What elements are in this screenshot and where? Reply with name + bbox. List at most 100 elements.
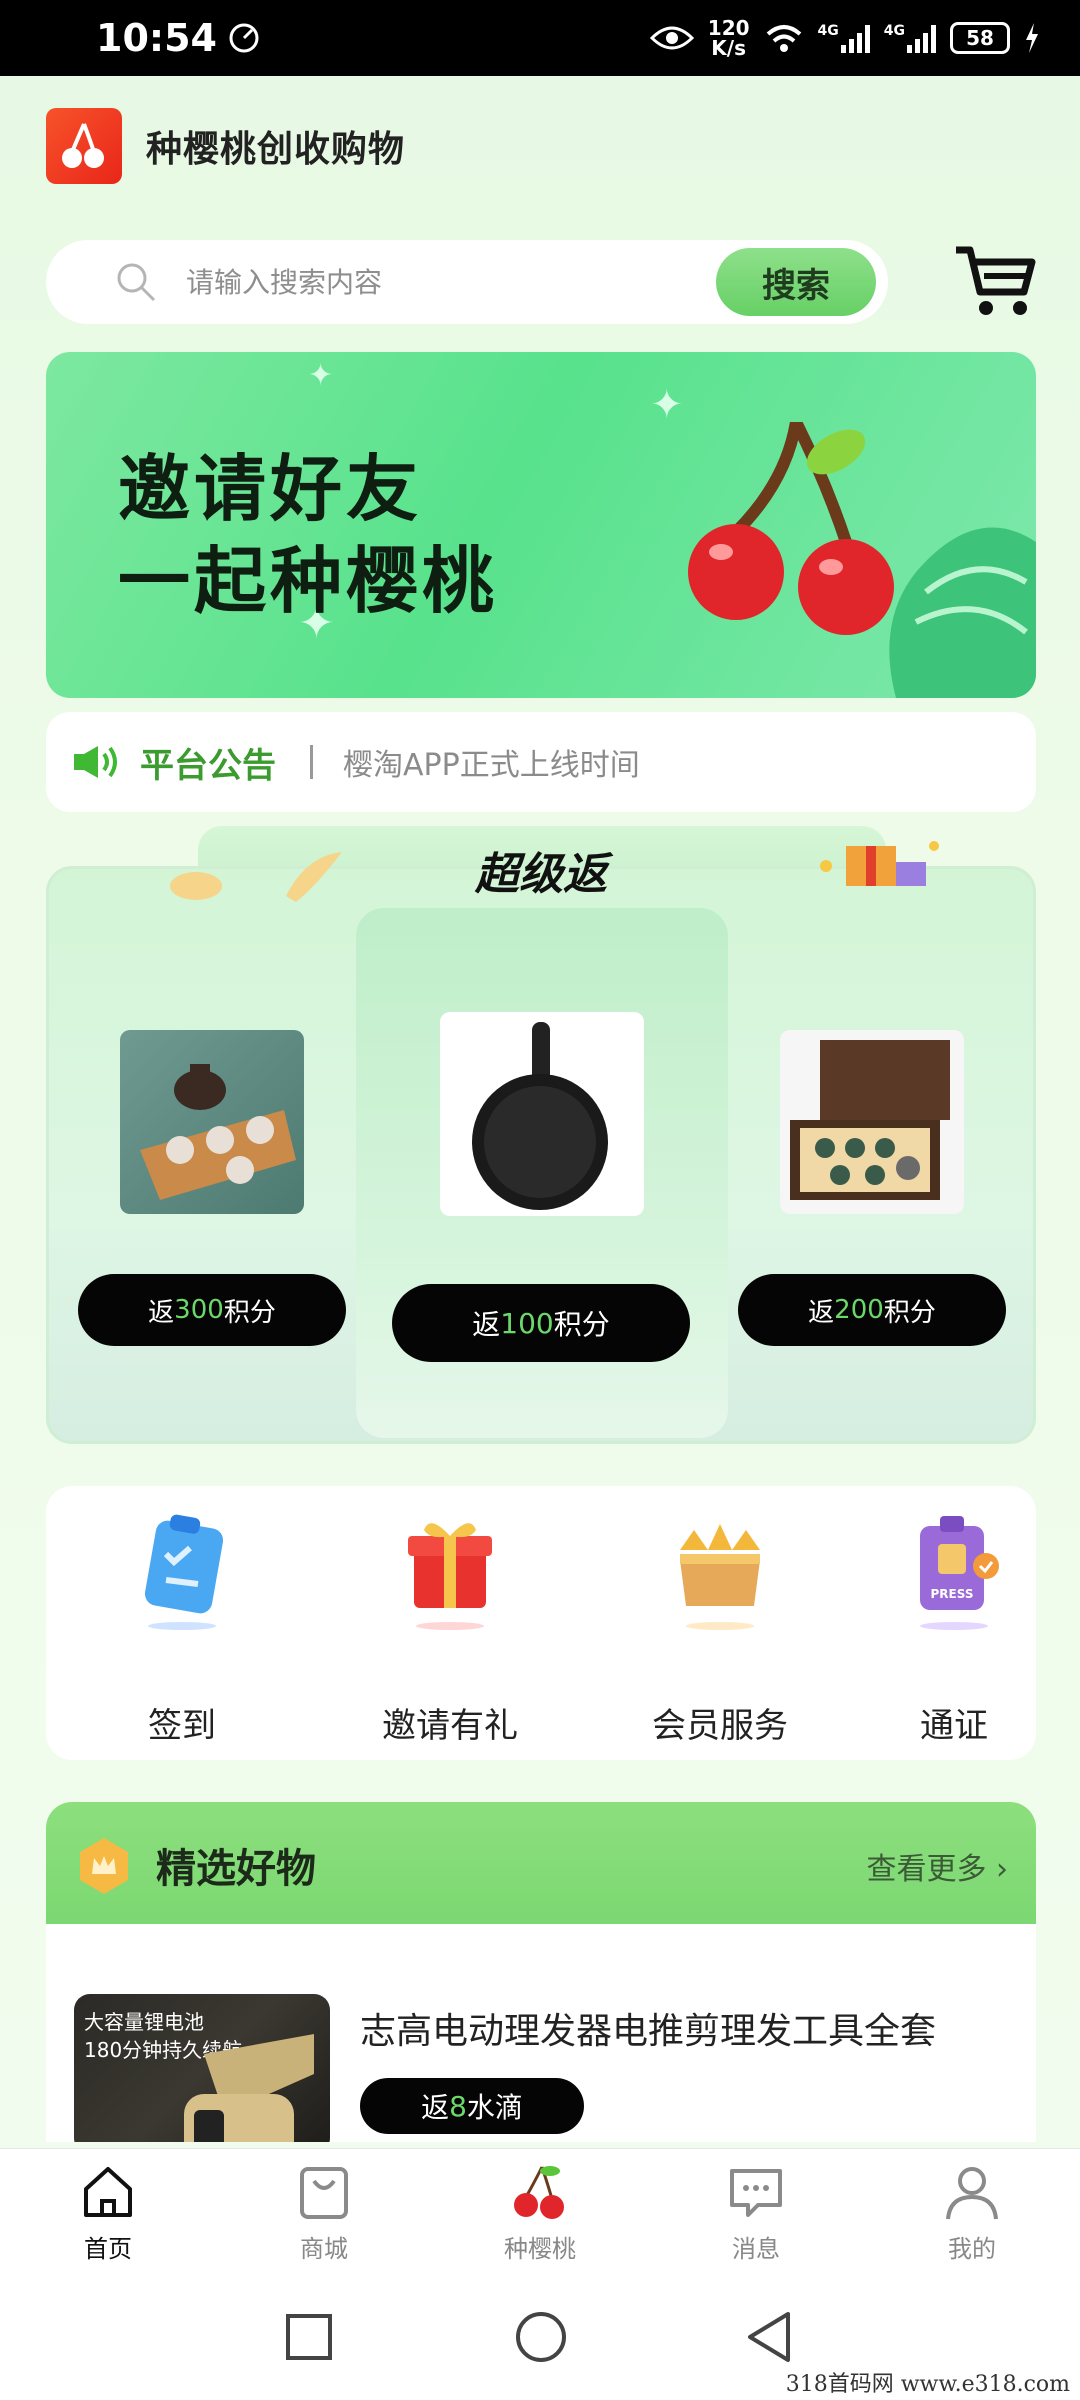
quick-action-checkin[interactable]: 签到 [82,1510,282,1746]
sim1-label: 4G [817,23,839,39]
return-points-button[interactable]: 返 100 积分 [392,1284,690,1362]
return-prefix: 返 [472,1308,501,1341]
nav-messages[interactable]: 消息 [648,2149,864,2267]
shopping-bag-icon [300,2167,348,2219]
profile-icon [946,2167,998,2220]
net-speed-value: 120 [707,16,750,40]
eye-icon [649,26,694,50]
banner-line-2: 一起种樱桃 [118,539,499,623]
banner-line-1: 邀请好友 [118,447,423,531]
search-icon [117,263,156,302]
selected-goods-title: 精选好物 [156,1846,316,1892]
quick-action-label: 邀请有礼 [382,1706,518,1746]
return-points: 100 [500,1306,554,1340]
return-points: 300 [174,1295,224,1325]
see-more-link[interactable]: 查看更多 › [866,1844,1008,1888]
notice-divider [310,745,313,779]
crown-badge-icon [80,1838,128,1894]
status-time-text: 10:54 [96,16,217,60]
app-header: 种樱桃创收购物 [46,108,405,184]
home-icon [84,2167,132,2217]
signal-icon-1 [840,23,870,53]
search-bar: 搜索 [46,240,888,324]
nav-label: 首页 [84,2235,132,2263]
return-points: 200 [834,1295,884,1325]
svg-text:PRESS: PRESS [931,1587,974,1601]
super-return-section: 超级返 返 300 积分 返 100 积分 返 200 积分 [46,826,1036,1444]
see-more-label: 查看更多 [866,1852,987,1887]
checkin-clipboard-icon [144,1514,224,1630]
quick-action-label: 通证 [920,1706,988,1746]
status-bar: 10:54 120 K/s 4G 4G 58 [0,0,1080,76]
net-speed: 120 K/s [708,18,750,58]
hair-clipper-illustration [184,2034,314,2142]
watermark: 318首码网 www.e318.com [785,2372,1070,2397]
back-triangle-icon[interactable] [744,2310,794,2364]
search-input[interactable] [186,265,686,299]
search-button[interactable]: 搜索 [716,248,876,316]
invite-banner[interactable]: ✦ ✦ ✦ 邀请好友 一起种樱桃 [46,352,1036,698]
nav-home[interactable]: 首页 [0,2149,216,2267]
goods-return-button[interactable]: 返 8 水滴 [360,2078,584,2134]
cherry-logo-icon [62,123,104,168]
speedometer-icon [229,23,259,53]
net-speed-unit: K/s [711,36,747,60]
quick-action-token[interactable]: PRESS 通证 [854,1510,1054,1746]
return-points-button[interactable]: 返 200 积分 [738,1274,1006,1346]
sim2-label: 4G [883,23,905,39]
quick-actions: 签到 邀请有礼 会员服务 PRESS 通证 [46,1486,1036,1760]
recent-apps-icon[interactable] [284,2312,334,2362]
tea-set-illustration [140,1064,296,1200]
return-suffix: 积分 [223,1297,276,1328]
app-logo [46,108,122,184]
chevron-right-icon: › [996,1852,1008,1887]
nav-label: 我的 [948,2235,996,2263]
selected-goods-section: 精选好物 查看更多 › 大容量锂电池 180分钟持久续航 志高电动理发器电推剪理… [46,1802,1036,2142]
notice-text: 樱淘APP正式上线时间 [343,748,640,783]
quick-action-label: 签到 [148,1706,216,1746]
wifi-icon [766,25,801,52]
product-image-tea-gift-box[interactable] [780,1030,964,1214]
quick-action-label: 会员服务 [652,1706,788,1746]
sparkle-icon: ✦ [308,358,334,393]
crown-box-icon [680,1524,760,1630]
return-points-button[interactable]: 返 300 积分 [78,1274,346,1346]
press-badge-icon: PRESS [920,1516,999,1630]
bottom-nav: 首页 商城 种樱桃 消息 我的 [0,2148,1080,2266]
quick-action-invite[interactable]: 邀请有礼 [350,1510,550,1746]
selected-goods-header: 精选好物 查看更多 › [46,1802,1036,1924]
return-suffix: 积分 [883,1297,936,1328]
nav-cherry[interactable]: 种樱桃 [432,2149,648,2267]
notice-title: 平台公告 [140,745,276,786]
signal-icon-2 [907,23,936,53]
battery-level: 58 [966,26,994,50]
app-title: 种樱桃创收购物 [146,129,406,170]
gift-box-icon [408,1523,492,1630]
cherry-illustration [688,422,1036,698]
cart-icon[interactable] [952,240,1038,320]
nav-label: 商城 [300,2235,348,2263]
goods-title[interactable]: 志高电动理发器电推剪理发工具全套 [360,2002,936,2054]
product-image-tea-set[interactable] [120,1030,304,1214]
battery-indicator: 58 [950,22,1010,54]
nav-mall[interactable]: 商城 [216,2149,432,2267]
message-icon [730,2169,782,2217]
nav-profile[interactable]: 我的 [864,2149,1080,2267]
goods-return-suffix: 水滴 [466,2091,523,2124]
home-circle-icon[interactable] [514,2310,568,2364]
goods-image-caption-1: 大容量锂电池 [84,2010,204,2034]
quick-action-membership[interactable]: 会员服务 [620,1510,820,1746]
cherry-icon [514,2166,564,2219]
return-suffix: 积分 [553,1308,610,1341]
nav-label: 消息 [732,2235,780,2263]
return-prefix: 返 [808,1297,835,1328]
charging-icon [1026,23,1038,53]
goods-image[interactable]: 大容量锂电池 180分钟持久续航 [74,1994,330,2142]
return-prefix: 返 [148,1297,175,1328]
status-icons: 120 K/s 4G 4G 58 [649,18,1040,58]
frying-pan-illustration [472,1022,608,1210]
product-image-frying-pan[interactable] [440,1012,644,1216]
status-time: 10:54 [96,16,261,60]
goods-return-amount: 8 [449,2089,467,2123]
platform-notice[interactable]: 平台公告 樱淘APP正式上线时间 [46,712,1036,812]
